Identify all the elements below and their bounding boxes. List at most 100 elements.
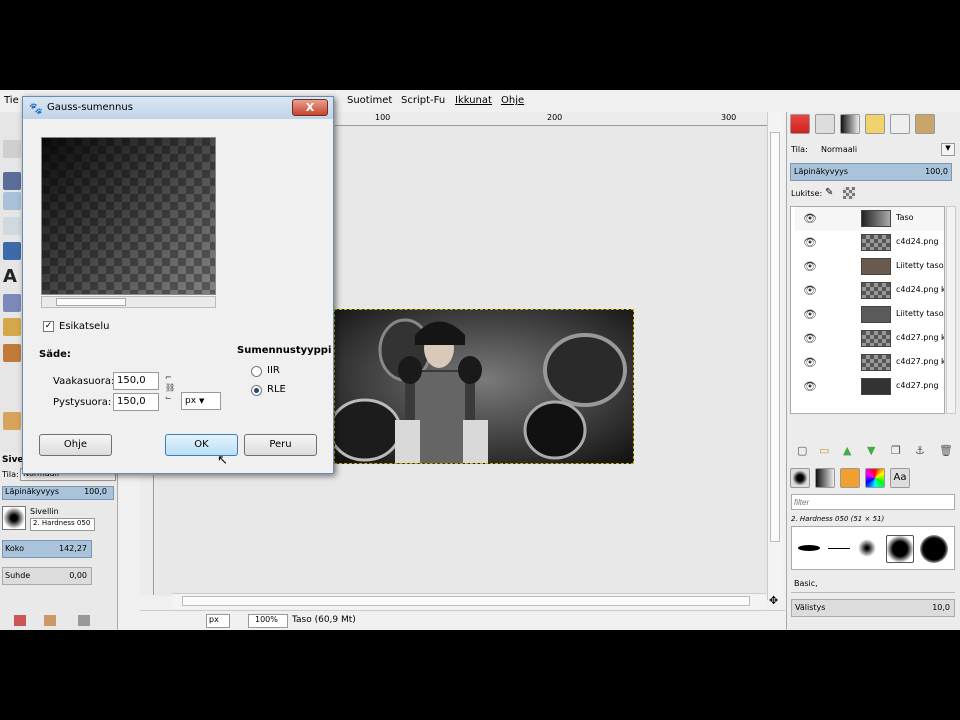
- list-item[interactable]: 👁 c4d24.png ko: [795, 279, 944, 303]
- visibility-eye-icon[interactable]: 👁: [803, 332, 817, 345]
- paintbrush-tool-icon[interactable]: [3, 294, 21, 312]
- lock-alpha-icon[interactable]: [843, 187, 855, 199]
- lower-layer-icon[interactable]: ▼: [867, 444, 875, 457]
- menu-file-partial[interactable]: Tie: [4, 95, 19, 106]
- delete-layer-icon[interactable]: 🗑: [939, 444, 953, 457]
- duplicate-layer-icon[interactable]: ❐: [891, 444, 901, 457]
- raise-layer-icon[interactable]: ▲: [843, 444, 851, 457]
- opacity-slider[interactable]: Läpinäkyvyys 100,0: [2, 486, 114, 500]
- layers-mode-dropdown-icon[interactable]: ▼: [941, 143, 955, 156]
- layer-name: Taso: [896, 213, 914, 222]
- menu-windows[interactable]: Ikkunat: [455, 95, 492, 106]
- list-item[interactable]: 👁 Liitetty taso k: [795, 255, 944, 279]
- mode-label: Tila:: [2, 470, 19, 479]
- brush-filter-input[interactable]: [791, 494, 955, 510]
- list-item[interactable]: 👁 c4d27.png ko: [795, 327, 944, 351]
- visibility-eye-icon[interactable]: 👁: [803, 236, 817, 249]
- text-tool-icon[interactable]: A: [3, 268, 21, 286]
- menu-help[interactable]: Ohje: [501, 95, 524, 106]
- list-item[interactable]: 👁 c4d27.png ko: [795, 351, 944, 375]
- ruler-mark: 100: [375, 113, 391, 122]
- radio-iir[interactable]: [251, 366, 262, 377]
- crop-tool-icon[interactable]: [3, 192, 21, 210]
- radio-rle[interactable]: [251, 385, 262, 396]
- preview-checkbox[interactable]: ✓: [43, 321, 54, 332]
- layers-list[interactable]: 👁 Taso 👁 c4d24.png 👁 Liitetty taso k 👁 c4d24…: [790, 206, 945, 414]
- horizontal-radius-input[interactable]: 150,0: [113, 372, 159, 390]
- brush-item[interactable]: [798, 545, 820, 551]
- smudge-tool-icon[interactable]: [3, 344, 21, 362]
- undo-tab-icon[interactable]: [865, 114, 885, 134]
- canvas-image[interactable]: [334, 309, 634, 464]
- gradients-tab-icon[interactable]: [840, 468, 860, 488]
- unit-select[interactable]: px: [206, 614, 230, 628]
- list-item[interactable]: 👁 c4d24.png: [795, 231, 944, 255]
- brush-item[interactable]: [858, 539, 876, 557]
- horizontal-scrollbar[interactable]: [172, 593, 766, 609]
- chain-link-icon[interactable]: ⌐ ⛓ ⌙: [165, 373, 175, 403]
- menu-filters[interactable]: Suotimet: [347, 95, 392, 106]
- list-item[interactable]: 👁 c4d27.png: [795, 375, 944, 399]
- brush-item-selected[interactable]: [886, 535, 914, 563]
- visibility-eye-icon[interactable]: 👁: [803, 284, 817, 297]
- unit-dropdown[interactable]: px ▼: [181, 392, 221, 410]
- list-item[interactable]: 👁 Taso: [795, 207, 944, 231]
- size-slider[interactable]: Koko 142,27: [2, 540, 92, 558]
- visibility-eye-icon[interactable]: 👁: [803, 212, 817, 225]
- delete-options-icon[interactable]: [78, 615, 90, 626]
- vertical-radius-input[interactable]: 150,0: [113, 393, 159, 411]
- lock-pixels-icon[interactable]: ✎: [825, 187, 833, 198]
- brush-name-field[interactable]: 2. Hardness 050: [30, 518, 95, 531]
- brush-item[interactable]: [920, 535, 948, 563]
- brush-item[interactable]: [828, 548, 850, 549]
- layers-scrollbar[interactable]: [946, 206, 956, 414]
- brushes-tab-icon[interactable]: [790, 468, 810, 488]
- visibility-eye-icon[interactable]: 👁: [803, 356, 817, 369]
- layer-group-icon[interactable]: ▭: [819, 444, 829, 457]
- visibility-eye-icon[interactable]: 👁: [803, 308, 817, 321]
- fuzzy-select-tool-icon[interactable]: [3, 172, 21, 190]
- palettes-tab-icon[interactable]: [865, 468, 885, 488]
- visibility-eye-icon[interactable]: 👁: [803, 380, 817, 393]
- brush-tag-select[interactable]: Basic,: [791, 579, 955, 593]
- new-layer-icon[interactable]: ▢: [797, 444, 807, 457]
- vertical-scroll-thumb[interactable]: [770, 132, 780, 542]
- fonts-tab-icon[interactable]: Aa: [890, 468, 910, 488]
- navigate-icon[interactable]: ✥: [769, 594, 778, 607]
- history-tab-icon[interactable]: [890, 114, 910, 134]
- zoom-select[interactable]: 100%: [248, 614, 288, 628]
- brush-grid[interactable]: [791, 526, 955, 570]
- list-item[interactable]: 👁 Liitetty taso: [795, 303, 944, 327]
- paths-tab-icon[interactable]: [840, 114, 860, 134]
- transform-tool-icon[interactable]: [3, 242, 21, 260]
- blur-preview: [41, 137, 216, 295]
- patterns-tab-icon[interactable]: [815, 468, 835, 488]
- preview-scroll-thumb[interactable]: [56, 298, 126, 306]
- cancel-button[interactable]: Peru: [244, 434, 317, 456]
- brush-tab-icon[interactable]: [915, 114, 935, 134]
- rect-select-tool-icon[interactable]: [3, 140, 21, 158]
- unit-value: px: [185, 396, 197, 406]
- spacing-slider[interactable]: Välistys 10,0: [791, 599, 955, 617]
- vertical-scrollbar[interactable]: [767, 112, 783, 600]
- restore-options-icon[interactable]: [44, 615, 56, 626]
- channels-tab-icon[interactable]: [815, 114, 835, 134]
- menu-script-fu[interactable]: Script-Fu: [401, 95, 445, 106]
- layers-tab-icon[interactable]: [790, 114, 810, 134]
- layers-opacity-slider[interactable]: Läpinäkyvyys 100,0: [790, 163, 952, 181]
- brush-tool-icon[interactable]: [3, 412, 21, 430]
- horizontal-scroll-thumb[interactable]: [182, 596, 750, 606]
- brush-preview-icon[interactable]: [2, 506, 26, 530]
- preview-scrollbar[interactable]: [41, 296, 216, 308]
- anchor-layer-icon[interactable]: ⚓: [915, 444, 925, 457]
- clone-tool-icon[interactable]: [3, 318, 21, 336]
- ratio-slider[interactable]: Suhde 0,00: [2, 567, 92, 585]
- move-tool-icon[interactable]: [3, 217, 21, 235]
- dialog-titlebar[interactable]: 🐾 Gauss-sumennus X: [23, 97, 333, 119]
- visibility-eye-icon[interactable]: 👁: [803, 260, 817, 273]
- layer-name: Liitetty taso k: [896, 261, 944, 270]
- save-options-icon[interactable]: [14, 615, 26, 626]
- layers-mode-value[interactable]: Normaali: [821, 145, 857, 154]
- help-button[interactable]: Ohje: [39, 434, 112, 456]
- close-button[interactable]: X: [292, 99, 328, 116]
